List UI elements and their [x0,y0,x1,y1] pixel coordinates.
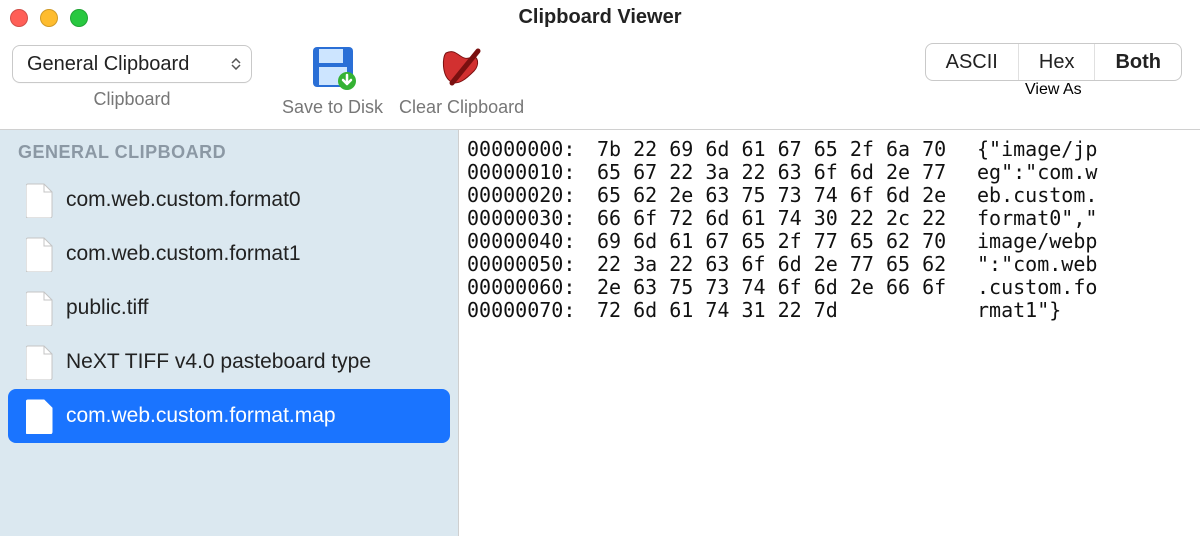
hex-bytes: 65 62 2e 63 75 73 74 6f 6d 2e [597,184,977,207]
save-label: Save to Disk [282,97,383,118]
hex-ascii: rmat1"} [977,299,1137,322]
hex-offset: 00000030: [467,207,597,230]
hex-offset: 00000000: [467,138,597,161]
file-icon [26,290,54,326]
hex-row: 00000010:65 67 22 3a 22 63 6f 6d 2e 77eg… [467,161,1192,184]
window-controls [10,9,88,27]
hex-ascii: eg":"com.w [977,161,1137,184]
hex-offset: 00000060: [467,276,597,299]
clipboard-select-group: General Clipboard Clipboard [12,43,252,110]
chevron-updown-icon [231,58,241,70]
hex-bytes: 2e 63 75 73 74 6f 6d 2e 66 6f [597,276,977,299]
minimize-icon[interactable] [40,9,58,27]
hex-offset: 00000070: [467,299,597,322]
hex-offset: 00000040: [467,230,597,253]
toolbar: General Clipboard Clipboard Save to Disk [0,35,1200,130]
sidebar-item[interactable]: com.web.custom.format.map [8,389,450,443]
window-title: Clipboard Viewer [518,6,681,29]
hex-offset: 00000020: [467,184,597,207]
hex-bytes: 22 3a 22 63 6f 6d 2e 77 65 62 [597,253,977,276]
hex-ascii: format0"," [977,207,1137,230]
hex-bytes: 72 6d 61 74 31 22 7d [597,299,977,322]
viewas-option-both[interactable]: Both [1095,44,1181,80]
sidebar-item[interactable]: public.tiff [8,281,450,335]
sidebar-item-label: NeXT TIFF v4.0 pasteboard type [66,350,371,374]
hex-row: 00000070:72 6d 61 74 31 22 7d rmat1"} [467,299,1192,322]
clear-clipboard-button[interactable]: Clear Clipboard [399,43,524,118]
save-icon [309,43,357,91]
delete-x-icon [438,43,486,91]
sidebar-item-label: com.web.custom.format0 [66,188,301,212]
clipboard-select-value: General Clipboard [27,53,189,76]
viewas-group: ASCIIHexBoth View As [925,43,1182,99]
sidebar-item-label: public.tiff [66,296,149,320]
hex-bytes: 66 6f 72 6d 61 74 30 22 2c 22 [597,207,977,230]
hex-view: 00000000:7b 22 69 6d 61 67 65 2f 6a 70{"… [459,130,1200,536]
clipboard-group-label: Clipboard [93,89,170,110]
hex-bytes: 65 67 22 3a 22 63 6f 6d 2e 77 [597,161,977,184]
viewas-option-hex[interactable]: Hex [1019,44,1096,80]
hex-ascii: eb.custom. [977,184,1137,207]
sidebar-item[interactable]: NeXT TIFF v4.0 pasteboard type [8,335,450,389]
hex-row: 00000030:66 6f 72 6d 61 74 30 22 2c 22fo… [467,207,1192,230]
hex-ascii: ":"com.web [977,253,1137,276]
sidebar-item[interactable]: com.web.custom.format1 [8,227,450,281]
hex-offset: 00000010: [467,161,597,184]
hex-ascii: image/webp [977,230,1137,253]
hex-row: 00000040:69 6d 61 67 65 2f 77 65 62 70im… [467,230,1192,253]
hex-ascii: .custom.fo [977,276,1137,299]
hex-row: 00000000:7b 22 69 6d 61 67 65 2f 6a 70{"… [467,138,1192,161]
titlebar: Clipboard Viewer [0,0,1200,35]
sidebar-header: GENERAL CLIPBOARD [0,142,458,173]
zoom-icon[interactable] [70,9,88,27]
hex-offset: 00000050: [467,253,597,276]
hex-row: 00000060:2e 63 75 73 74 6f 6d 2e 66 6f.c… [467,276,1192,299]
viewas-label: View As [1025,81,1082,99]
file-icon [26,344,54,380]
viewas-segmented: ASCIIHexBoth [925,43,1182,81]
hex-row: 00000050:22 3a 22 63 6f 6d 2e 77 65 62":… [467,253,1192,276]
save-to-disk-button[interactable]: Save to Disk [282,43,383,118]
hex-bytes: 7b 22 69 6d 61 67 65 2f 6a 70 [597,138,977,161]
sidebar-item-label: com.web.custom.format.map [66,404,336,428]
clipboard-select[interactable]: General Clipboard [12,45,252,83]
sidebar: GENERAL CLIPBOARD com.web.custom.format0… [0,130,458,536]
clear-label: Clear Clipboard [399,97,524,118]
hex-row: 00000020:65 62 2e 63 75 73 74 6f 6d 2eeb… [467,184,1192,207]
close-icon[interactable] [10,9,28,27]
hex-ascii: {"image/jp [977,138,1137,161]
viewas-option-ascii[interactable]: ASCII [926,44,1019,80]
file-icon [26,236,54,272]
file-icon [26,182,54,218]
main-area: GENERAL CLIPBOARD com.web.custom.format0… [0,130,1200,536]
sidebar-item[interactable]: com.web.custom.format0 [8,173,450,227]
sidebar-item-label: com.web.custom.format1 [66,242,301,266]
hex-bytes: 69 6d 61 67 65 2f 77 65 62 70 [597,230,977,253]
file-icon [26,398,54,434]
